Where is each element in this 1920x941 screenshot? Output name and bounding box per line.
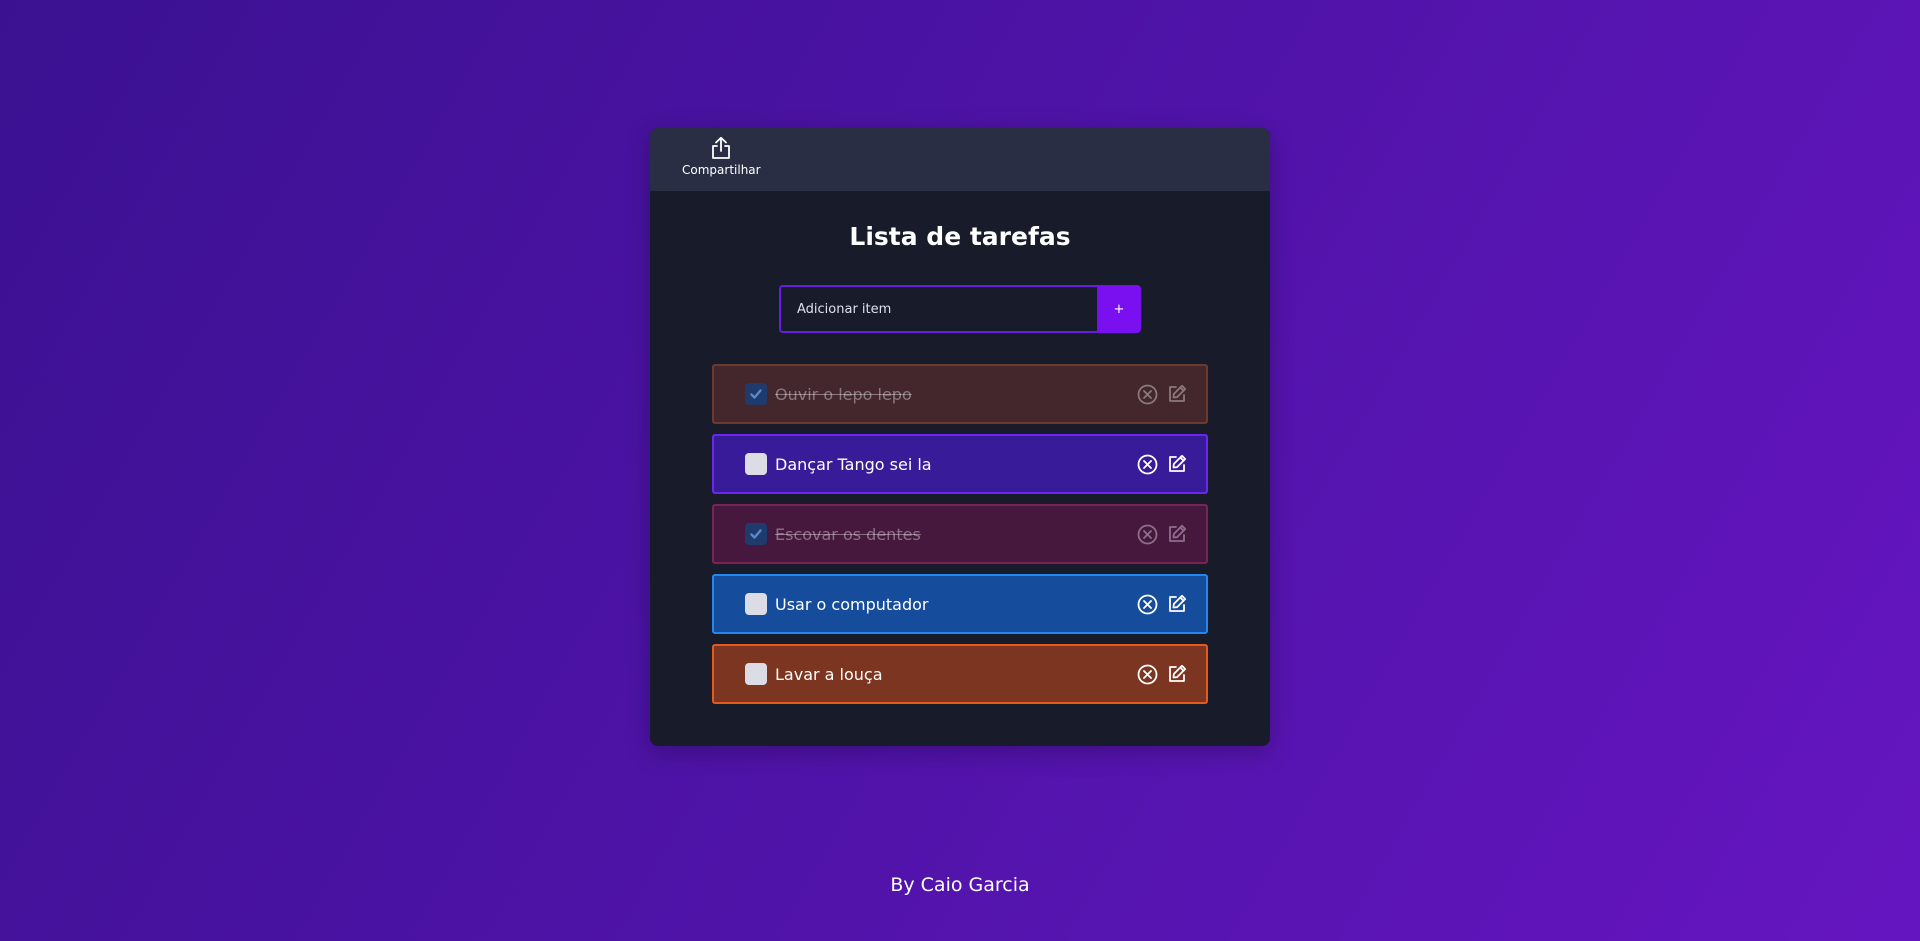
delete-item-button[interactable] [1136, 663, 1158, 685]
todo-item-text: Escovar os dentes [775, 524, 921, 544]
share-label: Compartilhar [682, 163, 761, 177]
delete-item-button[interactable] [1136, 523, 1158, 545]
todo-item: Dançar Tango sei la [712, 434, 1208, 494]
add-item-input[interactable] [779, 285, 1097, 333]
edit-icon [1169, 384, 1187, 402]
todo-item-text: Dançar Tango sei la [775, 454, 932, 474]
todo-item-text: Lavar a louça [775, 664, 883, 684]
footer-credit: By Caio Garcia [890, 874, 1030, 896]
todo-item: Escovar os dentes [712, 504, 1208, 564]
todo-item-actions [1136, 663, 1188, 685]
todo-item-actions [1136, 523, 1188, 545]
todo-checkbox[interactable] [745, 593, 767, 615]
close-circle-icon [1137, 664, 1157, 684]
close-circle-icon [1137, 524, 1157, 544]
todo-checkbox[interactable] [745, 663, 767, 685]
edit-item-button[interactable] [1166, 383, 1188, 405]
todo-item-actions [1136, 453, 1188, 475]
edit-icon [1169, 664, 1187, 682]
todo-item: Ouvir o lepo lepo [712, 364, 1208, 424]
close-circle-icon [1137, 454, 1157, 474]
edit-icon [1169, 524, 1187, 542]
check-icon [750, 529, 762, 539]
delete-item-button[interactable] [1136, 383, 1158, 405]
share-upload-icon [710, 136, 732, 160]
check-icon [750, 389, 762, 399]
todo-checkbox[interactable] [745, 383, 767, 405]
delete-item-button[interactable] [1136, 593, 1158, 615]
close-circle-icon [1137, 594, 1157, 614]
todo-checkbox[interactable] [745, 453, 767, 475]
todo-checkbox[interactable] [745, 523, 767, 545]
edit-item-button[interactable] [1166, 593, 1188, 615]
edit-item-button[interactable] [1166, 453, 1188, 475]
todo-item-actions [1136, 593, 1188, 615]
delete-item-button[interactable] [1136, 453, 1158, 475]
todo-card: Compartilhar Lista de tarefas + Ouvir o … [650, 128, 1270, 746]
todo-item: Usar o computador [712, 574, 1208, 634]
page-title: Lista de tarefas [849, 222, 1071, 251]
edit-icon [1169, 454, 1187, 472]
edit-item-button[interactable] [1166, 523, 1188, 545]
edit-item-button[interactable] [1166, 663, 1188, 685]
todo-item-actions [1136, 383, 1188, 405]
todo-item-text: Ouvir o lepo lepo [775, 384, 912, 404]
top-bar: Compartilhar [650, 128, 1270, 191]
todo-list: Ouvir o lepo lepo Dançar Tango sei la Es… [712, 364, 1208, 714]
add-item-button[interactable]: + [1097, 285, 1141, 333]
add-item-form: + [779, 285, 1141, 333]
todo-item-text: Usar o computador [775, 594, 929, 614]
close-circle-icon [1137, 384, 1157, 404]
edit-icon [1169, 594, 1187, 612]
share-button[interactable]: Compartilhar [682, 136, 761, 177]
todo-item: Lavar a louça [712, 644, 1208, 704]
